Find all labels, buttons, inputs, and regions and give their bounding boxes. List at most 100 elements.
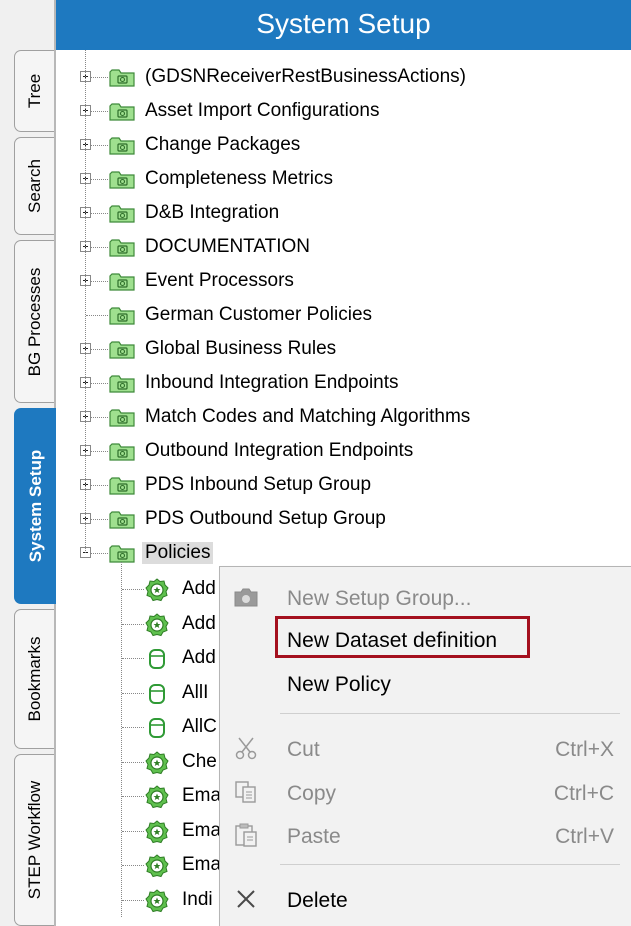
- tree-connector: [122, 623, 144, 625]
- tree-node-label: Match Codes and Matching Algorithms: [145, 406, 471, 427]
- tree-connector: [91, 77, 108, 78]
- tree-node[interactable]: Completeness Metrics: [56, 164, 631, 194]
- tree-node-label: Che: [182, 750, 217, 772]
- tab-label: BG Processes: [24, 267, 44, 376]
- tree-node[interactable]: PDS Outbound Setup Group: [56, 504, 631, 534]
- side-tab-strip: Tree Search BG Processes System Setup Bo…: [0, 0, 56, 926]
- tree-node-label: PDS Inbound Setup Group: [145, 474, 372, 495]
- menu-separator: [280, 713, 620, 714]
- tree-node[interactable]: Inbound Integration Endpoints: [56, 368, 631, 398]
- tree-node-label: Outbound Integration Endpoints: [145, 440, 414, 461]
- tree-node[interactable]: Change Packages: [56, 130, 631, 160]
- delete-icon: [232, 886, 260, 912]
- tree-connector: [122, 865, 144, 866]
- tree-connector: [91, 179, 108, 180]
- tree-node-label: Add: [182, 612, 216, 634]
- tree-connector: [122, 692, 144, 694]
- tree-connector: [122, 830, 144, 832]
- tree-connector: [122, 658, 144, 659]
- setup-group-folder-icon: [109, 511, 135, 529]
- tree-connector: [122, 727, 144, 728]
- tab-label: Search: [24, 159, 44, 213]
- tree-node[interactable]: (GDSNReceiverRestBusinessActions): [56, 62, 631, 92]
- tree-node[interactable]: D&B Integration: [56, 198, 631, 228]
- copy-icon: [232, 779, 260, 805]
- policy-icon: [145, 888, 169, 913]
- paste-menu-item[interactable]: Paste Ctrl+V: [220, 815, 631, 855]
- menu-item-label: Cut: [287, 738, 320, 761]
- setup-group-folder-icon: [109, 137, 135, 155]
- menu-separator: [280, 864, 620, 865]
- tab-tree[interactable]: Tree: [14, 50, 54, 132]
- setup-group-folder-icon: [109, 103, 135, 121]
- tree-node[interactable]: Match Codes and Matching Algorithms: [56, 402, 631, 432]
- tree-node-label: PDS Outbound Setup Group: [145, 508, 386, 529]
- tree-connector: [86, 315, 108, 316]
- tree-connector: [85, 50, 86, 553]
- new-policy-menu-item[interactable]: New Policy: [220, 663, 631, 703]
- tree-node[interactable]: Policies: [56, 538, 631, 568]
- tree-node-label: Policies: [142, 542, 214, 564]
- paste-icon: [232, 822, 260, 848]
- tree-connector: [91, 247, 108, 248]
- tree-node[interactable]: PDS Inbound Setup Group: [56, 470, 631, 500]
- tree-connector: [122, 761, 144, 763]
- tree-node-label: Global Business Rules: [145, 338, 337, 359]
- menu-item-label: Copy: [287, 782, 337, 805]
- tab-search[interactable]: Search: [14, 137, 54, 235]
- tree-node[interactable]: Outbound Integration Endpoints: [56, 436, 631, 466]
- copy-menu-item[interactable]: Copy Ctrl+C: [220, 772, 631, 812]
- dataset-icon: [145, 647, 169, 671]
- setup-group-folder-icon: [109, 409, 135, 427]
- policy-icon: [145, 819, 169, 844]
- tab-system-setup[interactable]: System Setup: [14, 408, 56, 604]
- setup-group-folder-icon: [109, 375, 135, 393]
- menu-item-label: New Policy: [287, 673, 391, 696]
- policy-icon: [145, 785, 169, 809]
- menu-item-label: Paste: [287, 825, 341, 848]
- tree-node[interactable]: DOCUMENTATION: [56, 232, 631, 262]
- new-setup-group-menu-item[interactable]: New Setup Group...: [220, 577, 631, 617]
- tree-connector: [91, 451, 108, 452]
- tree-node[interactable]: Event Processors: [56, 266, 631, 296]
- tree-connector: [91, 111, 108, 112]
- tree-node-label: Ema: [182, 854, 222, 875]
- setup-group-folder-icon: [109, 341, 135, 359]
- tree-connector: [91, 417, 108, 418]
- tab-step-workflow[interactable]: STEP Workflow: [14, 754, 54, 926]
- tab-bg-processes[interactable]: BG Processes: [14, 240, 54, 403]
- tab-label: Bookmarks: [24, 636, 44, 722]
- highlight-annotation-box: [275, 616, 530, 658]
- tree-connector: [91, 485, 108, 486]
- tree-connector: [91, 213, 108, 214]
- setup-group-folder-icon: [109, 443, 135, 461]
- setup-group-folder-icon: [109, 545, 135, 563]
- context-menu: New Setup Group... New Dataset definition…: [219, 566, 631, 926]
- tree-connector: [91, 553, 108, 554]
- scissors-icon: [232, 735, 260, 761]
- setup-group-folder-icon: [109, 205, 135, 223]
- tree-node[interactable]: Global Business Rules: [56, 334, 631, 364]
- tree-node[interactable]: German Customer Policies: [56, 300, 631, 330]
- menu-item-shortcut: Ctrl+V: [555, 825, 614, 848]
- panel-title: System Setup: [256, 8, 431, 39]
- tree-node-label: Ema: [182, 785, 222, 806]
- tree-node-label: Ema: [182, 819, 222, 841]
- tree-connector: [91, 519, 108, 520]
- setup-group-folder-icon: [109, 69, 135, 87]
- tree-connector: [122, 589, 144, 590]
- policy-icon: [145, 750, 169, 775]
- tree-connector: [122, 899, 144, 901]
- tree-node-label: D&B Integration: [145, 202, 280, 223]
- setup-group-folder-icon: [109, 273, 135, 291]
- tree-node-label: Add: [182, 647, 216, 668]
- tree-node-label: Indi: [182, 888, 213, 910]
- tree-node[interactable]: Asset Import Configurations: [56, 96, 631, 126]
- tab-bookmarks[interactable]: Bookmarks: [14, 609, 54, 749]
- tree-connector: [91, 281, 108, 282]
- cut-menu-item[interactable]: Cut Ctrl+X: [220, 728, 631, 768]
- tree-node-label: Completeness Metrics: [145, 168, 333, 189]
- tree-node-label: AllI: [182, 681, 209, 703]
- delete-menu-item[interactable]: Delete: [220, 879, 631, 919]
- menu-item-label: Delete: [287, 889, 348, 912]
